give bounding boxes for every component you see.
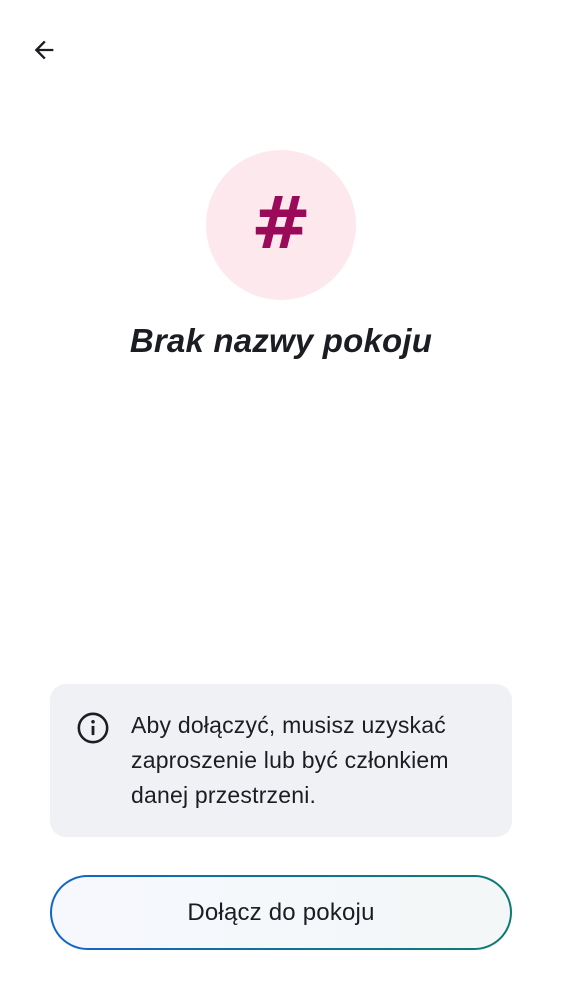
room-avatar: # bbox=[206, 150, 356, 300]
info-card: Aby dołączyć, musisz uzyskać zaproszenie… bbox=[50, 684, 512, 837]
arrow-left-icon bbox=[34, 40, 54, 60]
hash-icon: # bbox=[250, 181, 312, 265]
info-icon bbox=[77, 712, 109, 744]
info-message: Aby dołączyć, musisz uzyskać zaproszenie… bbox=[131, 712, 449, 808]
join-room-button-label: Dołącz do pokoju bbox=[187, 898, 375, 926]
join-room-button[interactable]: Dołącz do pokoju bbox=[50, 875, 512, 950]
join-room-screen: # Brak nazwy pokoju Aby dołączyć, musisz… bbox=[0, 0, 562, 1000]
room-title: Brak nazwy pokoju bbox=[129, 322, 433, 359]
back-button[interactable] bbox=[20, 26, 68, 74]
